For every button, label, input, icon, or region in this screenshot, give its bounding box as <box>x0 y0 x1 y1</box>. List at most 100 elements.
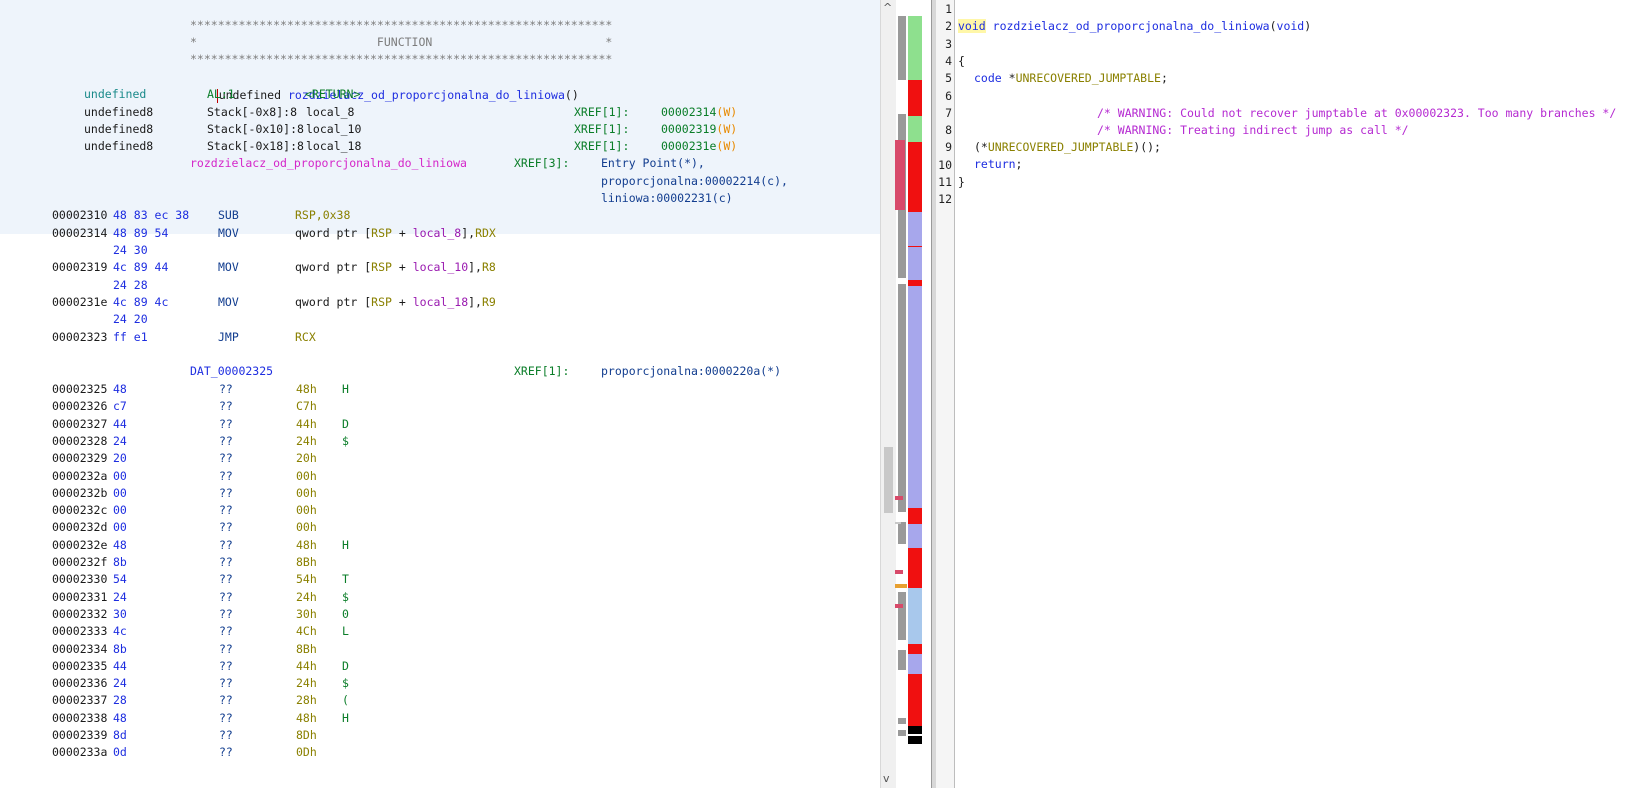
overview-segment[interactable] <box>908 548 922 588</box>
data-row-address[interactable]: 0000232f <box>52 553 107 571</box>
line-number: 1 <box>945 2 952 16</box>
instr-mnemonic[interactable]: MOV <box>218 224 239 242</box>
data-row-address[interactable]: 0000232c <box>52 501 107 519</box>
listing-scrollbar[interactable]: ^ v <box>880 0 896 788</box>
overview-segment[interactable] <box>898 730 906 736</box>
data-row-address[interactable]: 00002331 <box>52 588 107 606</box>
overview-segment[interactable] <box>908 212 922 282</box>
overview-segment[interactable] <box>898 718 906 724</box>
data-row-byte: 8d <box>113 728 127 742</box>
function-name[interactable]: rozdzielacz_od_proporcjonalna_do_liniowa <box>993 19 1270 33</box>
entry-label[interactable]: rozdzielacz_od_proporcjonalna_do_liniowa <box>190 154 467 172</box>
decomp-line-5[interactable]: code *UNRECOVERED_JUMPTABLE; <box>974 69 1168 87</box>
void-keyword[interactable]: void <box>958 19 986 33</box>
listing-pane[interactable]: ****************************************… <box>0 0 880 788</box>
entry-ref[interactable]: liniowa:00002231(c) <box>601 189 733 207</box>
data-row-byte: 4c <box>113 624 127 638</box>
data-row-address[interactable]: 00002329 <box>52 449 107 467</box>
data-row-type: ?? <box>219 555 233 569</box>
data-row-byte: 8b <box>113 555 127 569</box>
overview-segment[interactable] <box>908 524 922 548</box>
chevron-up-icon[interactable]: ^ <box>883 1 892 14</box>
overview-segment[interactable] <box>908 80 922 116</box>
overview-segment[interactable] <box>908 286 922 508</box>
data-row-type: ?? <box>219 728 233 742</box>
overview-segment[interactable] <box>895 140 905 210</box>
data-row-address[interactable]: 0000232a <box>52 467 107 485</box>
overview-segment[interactable] <box>898 592 906 640</box>
decomp-line-10[interactable]: return; <box>974 155 1022 173</box>
overview-segment[interactable] <box>908 726 922 734</box>
data-row-address[interactable]: 0000232e <box>52 536 107 554</box>
overview-segment[interactable] <box>908 588 922 644</box>
overview-segment[interactable] <box>908 246 922 247</box>
overview-segment[interactable] <box>895 570 903 574</box>
overview-segment[interactable] <box>895 496 903 500</box>
data-row-address[interactable]: 00002333 <box>52 622 107 640</box>
data-row-address[interactable]: 00002332 <box>52 605 107 623</box>
overview-segment[interactable] <box>898 16 906 80</box>
data-row-address[interactable]: 0000232b <box>52 484 107 502</box>
overview-segment[interactable] <box>908 736 922 744</box>
instr-mnemonic[interactable]: JMP <box>218 328 239 346</box>
data-row-address[interactable]: 00002339 <box>52 726 107 744</box>
overview-segment[interactable] <box>895 604 903 608</box>
instr-address[interactable]: 0000231e <box>52 293 107 311</box>
instr-mnemonic[interactable]: MOV <box>218 258 239 276</box>
instr-address[interactable]: 00002323 <box>52 328 107 346</box>
data-row-address[interactable]: 00002336 <box>52 674 107 692</box>
decomp-line-9[interactable]: (*UNRECOVERED_JUMPTABLE)(); <box>974 138 1161 156</box>
data-row-address[interactable]: 00002330 <box>52 570 107 588</box>
instr-operands[interactable]: qword ptr [RSP + local_8],RDX <box>295 224 496 242</box>
instr-address[interactable]: 00002310 <box>52 206 107 224</box>
instr-operands[interactable]: RCX <box>295 328 316 346</box>
data-row-address[interactable]: 0000233a <box>52 743 107 761</box>
data-row-address[interactable]: 00002328 <box>52 432 107 450</box>
overview-segment[interactable] <box>908 16 922 80</box>
overview-segment[interactable] <box>895 584 907 588</box>
overview-bar[interactable] <box>895 0 931 788</box>
var-xref-address[interactable]: 00002319(W) <box>661 120 737 138</box>
var-name[interactable]: local_8 <box>306 103 354 121</box>
var-name[interactable]: local_10 <box>306 120 361 138</box>
data-row-address[interactable]: 00002326 <box>52 397 107 415</box>
instr-address[interactable]: 00002319 <box>52 258 107 276</box>
instr-mnemonic[interactable]: MOV <box>218 293 239 311</box>
data-row-address[interactable]: 00002334 <box>52 640 107 658</box>
overview-segment[interactable] <box>898 650 906 670</box>
overview-segment[interactable] <box>908 508 922 524</box>
overview-segment[interactable] <box>908 674 922 726</box>
function-signature[interactable]: undefined rozdzielacz_od_proporcjonalna_… <box>189 68 579 103</box>
data-row-address[interactable]: 0000232d <box>52 518 107 536</box>
dat-ref[interactable]: proporcjonalna:0000220a(*) <box>601 362 781 380</box>
instr-operands[interactable]: qword ptr [RSP + local_10],R8 <box>295 258 496 276</box>
overview-segment[interactable] <box>908 142 922 212</box>
overview-segment[interactable] <box>898 522 906 544</box>
overview-segment[interactable] <box>895 522 901 524</box>
data-row-byte: 24 <box>113 676 127 690</box>
overview-segment[interactable] <box>908 644 922 654</box>
overview-segment[interactable] <box>908 654 922 674</box>
entry-ref[interactable]: proporcjonalna:00002214(c), <box>601 172 788 190</box>
instr-address[interactable]: 00002314 <box>52 224 107 242</box>
line-number: 3 <box>945 37 952 51</box>
instr-operands[interactable]: RSP,0x38 <box>295 206 350 224</box>
data-row-address[interactable]: 00002327 <box>52 415 107 433</box>
decompiler-pane[interactable]: 1 2 3 4 5 6 7 8 9 10 11 12 void rozdzielacz_od_prop… <box>936 0 1630 788</box>
data-row-address[interactable]: 00002337 <box>52 691 107 709</box>
overview-segment[interactable] <box>898 284 906 512</box>
entry-ref[interactable]: Entry Point(*), <box>601 154 705 172</box>
var-xref-address[interactable]: 0000231e(W) <box>661 137 737 155</box>
var-name[interactable]: local_18 <box>306 137 361 155</box>
instr-operands[interactable]: qword ptr [RSP + local_18],R9 <box>295 293 496 311</box>
data-row-address[interactable]: 00002335 <box>52 657 107 675</box>
decomp-line-2[interactable]: void rozdzielacz_od_proporcjonalna_do_li… <box>958 17 1311 35</box>
var-xref-address[interactable]: 00002314(W) <box>661 103 737 121</box>
instr-mnemonic[interactable]: SUB <box>218 206 239 224</box>
dat-label[interactable]: DAT_00002325 <box>190 362 273 380</box>
data-row-address[interactable]: 00002338 <box>52 709 107 727</box>
chevron-down-icon[interactable]: v <box>883 772 890 785</box>
scrollbar-thumb[interactable] <box>884 447 893 513</box>
data-row-address[interactable]: 00002325 <box>52 380 107 398</box>
overview-segment[interactable] <box>908 116 922 142</box>
